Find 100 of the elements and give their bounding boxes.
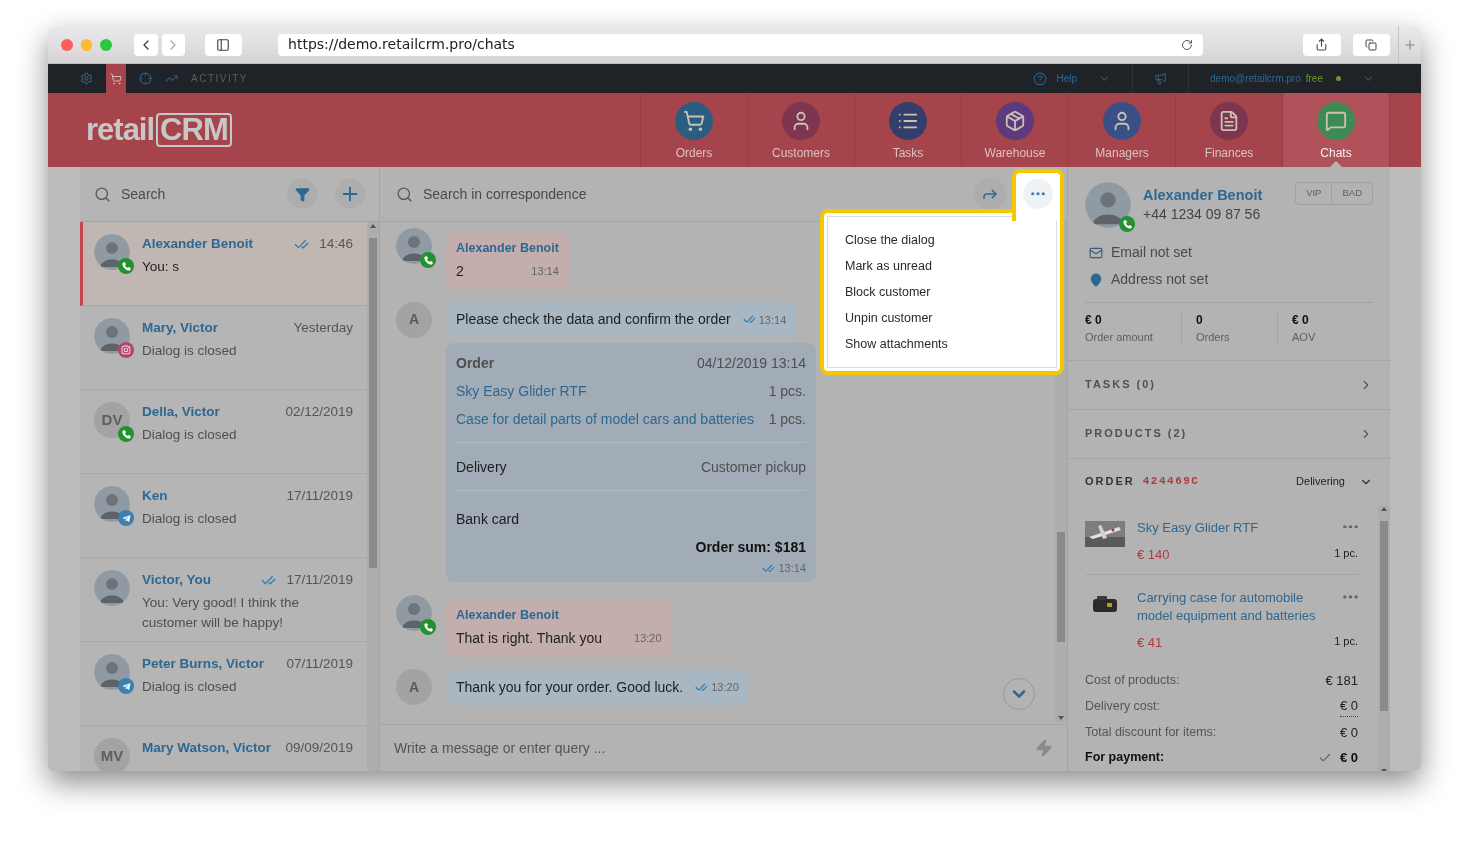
logo[interactable]: retail CRM (86, 106, 232, 154)
section-header[interactable]: PRODUCTS (2) (1068, 409, 1390, 459)
total-label: Cost of products: (1085, 671, 1180, 689)
total-value: € 0 (1339, 723, 1358, 742)
chat-name: Peter Burns, Victor (142, 655, 266, 673)
search-field[interactable]: Search in correspondence (423, 183, 723, 205)
phone-icon (118, 426, 134, 442)
forward-button[interactable] (161, 33, 185, 56)
help-icon (1033, 71, 1048, 86)
total-label: Delivery cost: (1085, 697, 1161, 715)
product-link[interactable]: Sky Easy Glider RTF (1137, 518, 1259, 537)
chat-name: Ken (142, 487, 169, 505)
chat-list-item[interactable]: Peter Burns, Victor 07/11/2019 Dialog is closed (80, 642, 367, 726)
chat-name: Alexander Benoit (142, 235, 255, 253)
nav-tab[interactable]: Customers (748, 93, 855, 167)
chart-icon (165, 72, 178, 85)
account-link[interactable]: demo@retailcrm.pro (1210, 71, 1301, 86)
search-icon (396, 185, 413, 203)
menu-item[interactable]: Mark as unread (828, 253, 1056, 279)
order-status[interactable]: Delivering (1296, 473, 1345, 490)
customer-address: Address not set (1111, 270, 1209, 289)
menu-item[interactable]: Close the dialog (828, 227, 1056, 253)
section-header[interactable]: TASKS (0) (1068, 360, 1390, 410)
tag-toggle[interactable]: BAD (1332, 182, 1373, 205)
product-price: € 140 (1137, 545, 1170, 564)
order-item-quantity: 1 pcs. (768, 381, 806, 401)
product-quantity: 1 pc. (1334, 634, 1358, 649)
more-icon (1343, 595, 1358, 599)
message-time: 13:14 (531, 263, 559, 279)
activity-link[interactable]: ACTIVITY (191, 71, 248, 86)
nav-tab[interactable]: Tasks (855, 93, 962, 167)
message-time: 13:20 (711, 679, 739, 695)
chat-time: Yesterday (293, 319, 353, 337)
forward-button[interactable] (974, 178, 1006, 210)
scrollbar[interactable] (367, 222, 379, 771)
settings-icon (80, 72, 93, 85)
megaphone-icon (1154, 72, 1168, 85)
avatar (94, 570, 130, 606)
avatar-initials: A (396, 669, 432, 705)
tabs-button[interactable] (1352, 33, 1390, 56)
instagram-icon (118, 342, 134, 358)
message-field[interactable]: Write a message or enter query ... (394, 737, 1035, 759)
address-bar[interactable]: https://demo.retailcrm.pro/chats (278, 33, 1204, 56)
nav-tab[interactable]: Warehouse (962, 93, 1069, 167)
share-button[interactable] (1303, 33, 1341, 56)
stat-value: € 0 (1292, 312, 1310, 329)
cart-tab[interactable] (106, 64, 126, 93)
document-icon (1210, 102, 1248, 140)
message-time: 13:14 (758, 312, 787, 328)
person-icon (782, 102, 820, 140)
nav-tab[interactable]: Orders (641, 93, 748, 167)
lightning-icon (1035, 739, 1053, 757)
phone-icon (420, 252, 436, 268)
total-value: € 0 (1339, 749, 1358, 767)
menu-item[interactable]: Unpin customer (828, 305, 1056, 331)
chat-list-item[interactable]: DV Della, Victor 02/12/2019 Dialog is closed (80, 390, 367, 474)
more-button[interactable] (1023, 179, 1053, 209)
total-value[interactable]: € 0 (1339, 696, 1358, 717)
minimize-window-button[interactable] (80, 38, 93, 51)
chat-time: 09/09/2019 (285, 739, 353, 757)
chat-list-item[interactable]: Victor, You 17/11/2019 You: Very good! I think the customer will be happy! (80, 558, 367, 642)
customer-phone: +44 1234 09 87 56 (1143, 204, 1262, 224)
nav-tab[interactable]: Managers (1069, 93, 1176, 167)
order-item-link[interactable]: Case for detail parts of model cars and batteries (456, 408, 755, 430)
zoom-window-button[interactable] (100, 38, 113, 51)
chat-list-item[interactable]: Alexander Benoit 14:46 You: s (80, 222, 367, 306)
product-link[interactable]: Carrying case for automobile model equipment and batteries (1137, 589, 1327, 625)
chat-icon (1317, 102, 1355, 140)
cart-icon (110, 72, 122, 85)
menu-item[interactable]: Show attachments (828, 331, 1056, 357)
payment-method: Bank card (456, 510, 520, 527)
message-text: 2 (456, 261, 464, 281)
tag-toggle[interactable]: VIP (1295, 182, 1333, 205)
filter-button[interactable] (287, 179, 317, 209)
sidebar-button[interactable] (204, 33, 243, 56)
back-button[interactable] (134, 33, 158, 56)
order-number[interactable]: 424469C (1142, 473, 1200, 490)
phone-icon (420, 619, 436, 636)
customer-email: Email not set (1111, 243, 1192, 262)
add-button[interactable] (335, 179, 365, 209)
help-link[interactable]: Help (1056, 71, 1078, 86)
mail-icon (1089, 245, 1103, 260)
plus-icon (1402, 37, 1417, 52)
chat-time: 07/11/2019 (286, 655, 353, 673)
chat-list-item[interactable]: MV Mary Watson, Victor 09/09/2019 (80, 726, 367, 771)
menu-item[interactable]: Block customer (828, 279, 1056, 305)
scrollbar[interactable] (1378, 504, 1390, 771)
chat-time: 17/11/2019 (286, 571, 353, 589)
order-title: Order (456, 353, 495, 373)
nav-tab[interactable]: Chats (1283, 93, 1390, 167)
search-field[interactable]: Search (121, 183, 271, 205)
chat-list-item[interactable]: Ken 17/11/2019 Dialog is closed (80, 474, 367, 558)
close-window-button[interactable] (61, 38, 73, 51)
order-item-quantity: 1 pcs. (768, 409, 806, 429)
stat-label: Orders (1196, 330, 1231, 345)
tabs-icon (1365, 38, 1378, 51)
chat-list-item[interactable]: Mary, Victor Yesterday Dialog is closed (80, 306, 367, 390)
customer-name[interactable]: Alexander Benoit (1143, 185, 1263, 207)
order-item-link[interactable]: Sky Easy Glider RTF (456, 380, 587, 402)
chat-preview: You: s (142, 258, 181, 277)
